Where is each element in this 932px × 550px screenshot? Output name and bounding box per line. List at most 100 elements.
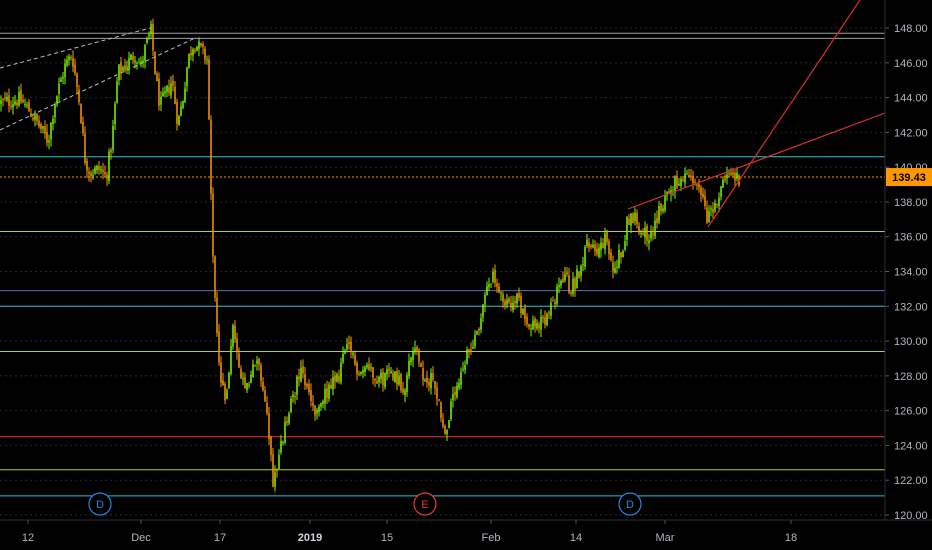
candle-body <box>112 126 114 150</box>
candle-body <box>348 342 350 344</box>
candle-body <box>444 425 446 435</box>
candle-body <box>28 102 30 112</box>
candle-body <box>588 242 590 248</box>
candle-body <box>284 421 286 443</box>
candle-body <box>10 105 12 107</box>
price-tick-label: 132.00 <box>894 301 928 313</box>
price-chart[interactable]: DED 148.00146.00144.00142.00140.00138.00… <box>0 0 932 550</box>
candle-body <box>68 56 70 61</box>
candle-body <box>308 384 310 393</box>
candle-body <box>256 360 258 364</box>
candle-body <box>18 92 20 106</box>
candle-body <box>136 63 138 65</box>
candle-body <box>240 368 242 379</box>
candle-body <box>300 367 302 382</box>
candle-body <box>120 62 122 73</box>
candle-body <box>6 96 8 101</box>
candle-body <box>310 390 312 401</box>
candle-body <box>304 374 306 386</box>
event-badge[interactable]: D <box>618 492 642 516</box>
candle-body <box>546 313 548 326</box>
candle-body <box>522 308 524 315</box>
candle-body <box>236 338 238 353</box>
candle-body <box>334 375 336 382</box>
candle-body <box>448 420 450 428</box>
candle-body <box>302 366 304 374</box>
candle-body <box>220 362 222 383</box>
candle-body <box>298 376 300 379</box>
candle-body <box>688 175 690 177</box>
candle-body <box>718 197 720 206</box>
candle-body <box>248 384 250 386</box>
candle-body <box>696 184 698 186</box>
candle-body <box>268 413 270 439</box>
candle-body <box>420 363 422 367</box>
candle-body <box>54 104 56 118</box>
candle-body <box>312 402 314 406</box>
candle-body <box>128 58 130 69</box>
event-badge[interactable]: E <box>413 492 437 516</box>
candle-body <box>350 341 352 353</box>
candle-body <box>258 358 260 365</box>
candle-body <box>664 195 666 211</box>
candle-body <box>458 382 460 389</box>
candle-body <box>404 390 406 396</box>
candle-body <box>122 67 124 71</box>
candle-body <box>110 149 112 153</box>
candle-body <box>198 41 200 49</box>
candle-body <box>338 376 340 382</box>
candle-body <box>94 167 96 174</box>
candle-body <box>226 390 228 399</box>
candle-body <box>316 409 318 414</box>
candle-body <box>580 265 582 277</box>
candle-body <box>564 274 566 281</box>
candle-body <box>390 371 392 373</box>
candle-body <box>148 34 150 37</box>
candle-body <box>204 48 206 60</box>
candle-body <box>494 269 496 284</box>
candle-body <box>180 106 182 116</box>
candle-body <box>402 388 404 393</box>
event-badge[interactable]: D <box>88 492 112 516</box>
candle-body <box>74 64 76 74</box>
candle-body <box>262 381 264 391</box>
candle-body <box>638 225 640 233</box>
candle-body <box>686 173 688 175</box>
candle-body <box>346 344 348 350</box>
candle-body <box>264 390 266 402</box>
candle-body <box>174 86 176 104</box>
candle-body <box>250 374 252 384</box>
candle-body <box>732 172 734 175</box>
candle-body <box>524 307 526 320</box>
candle-body <box>254 364 256 366</box>
candle-body <box>274 472 276 487</box>
candle-body <box>160 96 162 105</box>
candle-body <box>244 377 246 389</box>
candle-body <box>190 52 192 56</box>
candle-body <box>84 133 86 163</box>
candle-body <box>164 91 166 94</box>
candle-body <box>342 353 344 363</box>
candle-body <box>518 293 520 298</box>
candle-body <box>232 325 234 347</box>
candle-body <box>574 278 576 290</box>
candle-body <box>2 99 4 101</box>
candle-body <box>570 292 572 295</box>
candle-body <box>64 63 66 78</box>
candle-body <box>596 248 598 255</box>
candle-body <box>370 367 372 369</box>
candle-body <box>616 266 618 268</box>
candle-body <box>212 193 214 257</box>
candle-body <box>610 252 612 261</box>
candle-body <box>660 203 662 212</box>
candle-body <box>50 122 52 140</box>
candle-body <box>618 249 620 268</box>
candle-body <box>640 232 642 235</box>
candle-body <box>538 324 540 329</box>
candle-body <box>278 455 280 469</box>
candle-body <box>710 208 712 210</box>
candle-body <box>604 233 606 250</box>
candle-body <box>134 60 136 62</box>
candle-body <box>690 175 692 178</box>
candle-body <box>166 85 168 92</box>
